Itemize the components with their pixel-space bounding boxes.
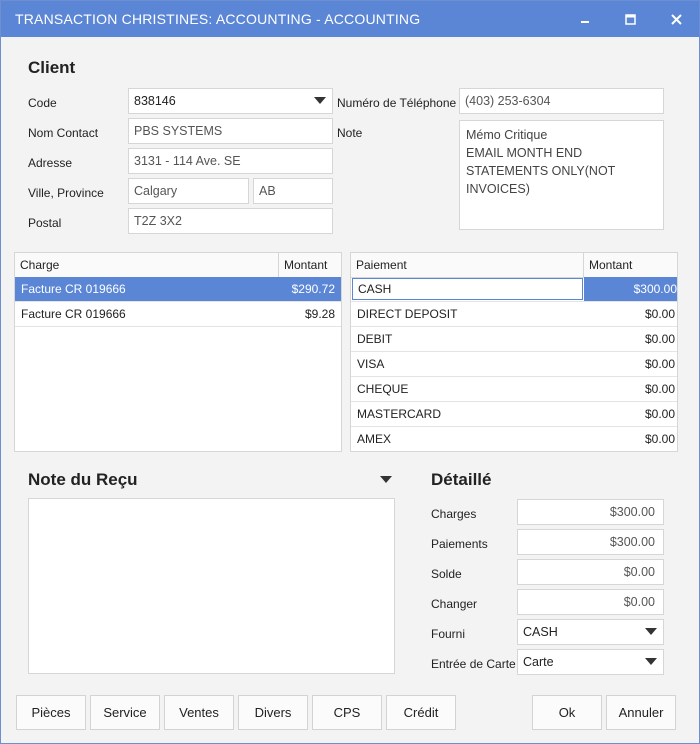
table-row[interactable]: DEBIT $0.00	[351, 327, 677, 352]
client-section-title: Client	[28, 58, 76, 77]
table-row[interactable]: VISA $0.00	[351, 352, 677, 377]
payment-cell: CHEQUE	[357, 382, 409, 396]
maximize-button[interactable]	[615, 7, 645, 31]
note-label: Note	[337, 126, 363, 140]
city-province-label: Ville, Province	[28, 186, 104, 200]
payment-amount-cell: $0.00	[644, 382, 675, 396]
chevron-down-icon	[314, 97, 326, 104]
parts-button[interactable]: Pièces	[16, 695, 86, 730]
minimize-icon	[580, 14, 590, 24]
charge-amount-cell: $9.28	[304, 307, 335, 321]
card-entry-label: Entrée de Carte	[431, 657, 516, 671]
maximize-icon	[624, 13, 636, 25]
chevron-down-icon[interactable]	[380, 476, 392, 483]
cps-button[interactable]: CPS	[312, 695, 382, 730]
minimize-button[interactable]	[570, 7, 600, 31]
cancel-button[interactable]: Annuler	[606, 695, 676, 730]
charges-total-field: $300.00	[517, 499, 664, 525]
sales-button[interactable]: Ventes	[164, 695, 234, 730]
payments-grid-header: Paiement Montant	[351, 253, 677, 278]
payment-cell: DEBIT	[357, 332, 393, 346]
province-field[interactable]: AB	[253, 178, 333, 204]
code-value: 838146	[134, 94, 176, 108]
service-button[interactable]: Service	[90, 695, 160, 730]
charges-total-label: Charges	[431, 507, 477, 521]
ok-button[interactable]: Ok	[532, 695, 602, 730]
charge-amount-cell: $290.72	[291, 282, 335, 296]
charge-amount-column-header[interactable]: Montant	[279, 253, 341, 277]
table-row[interactable]: CHEQUE $0.00	[351, 377, 677, 402]
payment-amount-cell: $0.00	[644, 407, 675, 421]
provided-label: Fourni	[431, 627, 466, 641]
payment-amount-cell: $0.00	[644, 357, 675, 371]
note-memo[interactable]: Mémo Critique EMAIL MONTH END STATEMENTS…	[459, 120, 664, 230]
misc-button[interactable]: Divers	[238, 695, 308, 730]
balance-field: $0.00	[517, 559, 664, 585]
receipt-note-title: Note du Reçu	[28, 470, 138, 489]
window-title: TRANSACTION CHRISTINES: ACCOUNTING - ACC…	[15, 11, 421, 27]
payment-cell: AMEX	[357, 432, 392, 446]
address-label: Adresse	[28, 156, 73, 170]
receipt-note-memo[interactable]	[28, 498, 395, 674]
provided-combobox[interactable]: CASH	[517, 619, 664, 645]
charge-column-header[interactable]: Charge	[15, 253, 279, 277]
payment-amount-cell: $0.00	[644, 307, 675, 321]
change-field: $0.00	[517, 589, 664, 615]
card-entry-value: Carte	[523, 655, 554, 669]
table-row[interactable]: AMEX $0.00	[351, 427, 677, 451]
close-button[interactable]	[661, 7, 691, 31]
city-field[interactable]: Calgary	[128, 178, 249, 204]
transaction-window: TRANSACTION CHRISTINES: ACCOUNTING - ACC…	[0, 0, 700, 744]
charge-cell: Facture CR 019666	[21, 307, 126, 321]
postal-label: Postal	[28, 216, 62, 230]
contact-label: Nom Contact	[28, 126, 99, 140]
payment-amount-cell: $300.00	[584, 277, 677, 301]
title-bar[interactable]: TRANSACTION CHRISTINES: ACCOUNTING - ACC…	[1, 1, 699, 37]
phone-field[interactable]: (403) 253-6304	[459, 88, 664, 114]
charge-cell: Facture CR 019666	[21, 282, 126, 296]
card-entry-combobox[interactable]: Carte	[517, 649, 664, 675]
change-label: Changer	[431, 597, 478, 611]
payment-cell-editor[interactable]: CASH	[352, 278, 583, 300]
charges-grid-header: Charge Montant	[15, 253, 341, 278]
payment-cell: VISA	[357, 357, 385, 371]
table-row[interactable]: CASH $300.00	[351, 277, 677, 302]
payment-amount-cell: $0.00	[644, 332, 675, 346]
chevron-down-icon	[645, 628, 657, 635]
contact-field[interactable]: PBS SYSTEMS	[128, 118, 333, 144]
payment-cell: MASTERCARD	[357, 407, 442, 421]
table-row[interactable]: MASTERCARD $0.00	[351, 402, 677, 427]
payment-cell: DIRECT DEPOSIT	[357, 307, 458, 321]
balance-label: Solde	[431, 567, 462, 581]
table-row[interactable]: DIRECT DEPOSIT $0.00	[351, 302, 677, 327]
payments-total-field: $300.00	[517, 529, 664, 555]
payments-grid[interactable]: Paiement Montant CASH $300.00 DIRECT DEP…	[350, 252, 678, 452]
payment-amount-cell: $0.00	[644, 432, 675, 446]
payment-column-header[interactable]: Paiement	[351, 253, 584, 277]
credit-button[interactable]: Crédit	[386, 695, 456, 730]
code-combobox[interactable]: 838146	[128, 88, 333, 114]
detail-title: Détaillé	[431, 470, 492, 489]
close-icon	[670, 13, 682, 25]
code-label: Code	[28, 96, 57, 110]
payments-total-label: Paiements	[431, 537, 488, 551]
postal-field[interactable]: T2Z 3X2	[128, 208, 333, 234]
address-field[interactable]: 3131 - 114 Ave. SE	[128, 148, 333, 174]
payment-amount-column-header[interactable]: Montant	[584, 253, 677, 277]
table-row[interactable]: Facture CR 019666 $9.28	[15, 302, 341, 327]
provided-value: CASH	[523, 625, 558, 639]
chevron-down-icon	[645, 658, 657, 665]
charges-grid[interactable]: Charge Montant Facture CR 019666 $290.72…	[14, 252, 342, 452]
phone-label: Numéro de Téléphone	[337, 96, 457, 110]
table-row[interactable]: Facture CR 019666 $290.72	[15, 277, 341, 302]
